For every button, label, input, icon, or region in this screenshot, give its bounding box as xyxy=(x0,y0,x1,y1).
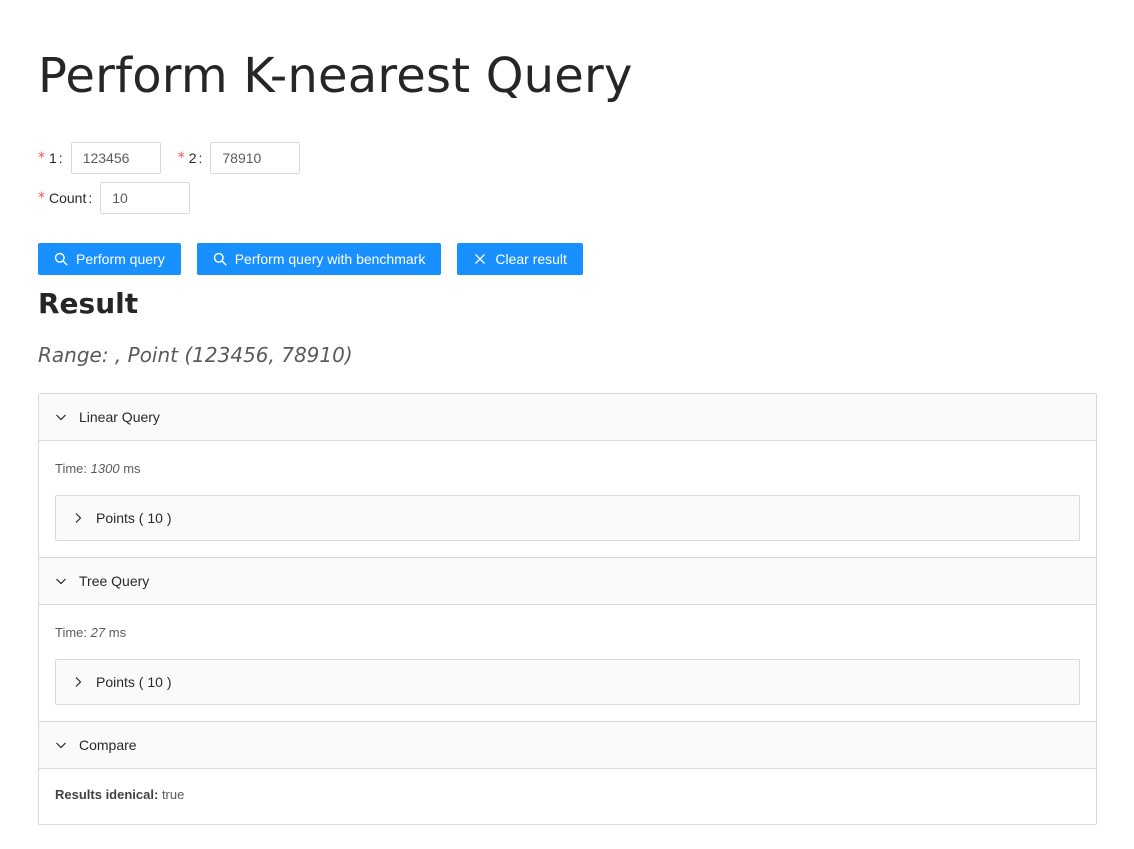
label-colon: : xyxy=(58,150,63,166)
compare-title: Compare xyxy=(79,737,137,753)
field1-label-text: 1 xyxy=(49,150,57,166)
count-input[interactable] xyxy=(100,182,191,214)
clear-result-button[interactable]: Clear result xyxy=(457,243,583,275)
field2-label-text: 2 xyxy=(188,150,197,166)
count-label: * Count : xyxy=(38,190,100,206)
chevron-right-icon xyxy=(72,676,84,688)
clear-result-label: Clear result xyxy=(495,251,567,267)
page-title: Perform K-nearest Query xyxy=(38,48,633,104)
linear-query-body: Time: 1300 ms Points ( 10 ) xyxy=(39,440,1096,557)
label-colon: : xyxy=(88,190,93,206)
field1-item: * 1 : xyxy=(38,142,161,174)
count-label-text: Count xyxy=(49,190,87,206)
tree-query-panel: Tree Query Time: 27 ms Points ( 10 ) xyxy=(39,557,1096,721)
tree-query-title: Tree Query xyxy=(79,573,150,589)
identical-value: true xyxy=(161,787,185,802)
range-point-text: Range: , Point (123456, 78910) xyxy=(38,343,353,367)
search-icon xyxy=(213,252,227,266)
tree-points-panel[interactable]: Points ( 10 ) xyxy=(55,659,1080,705)
field2-item: * 2 : xyxy=(178,142,301,174)
compare-header[interactable]: Compare xyxy=(39,722,1096,768)
field2-input[interactable] xyxy=(210,142,301,174)
coordinate-row: * 1 : * 2 : xyxy=(38,142,317,174)
perform-query-button[interactable]: Perform query xyxy=(38,243,181,275)
chevron-down-icon xyxy=(55,575,67,587)
chevron-down-icon xyxy=(55,739,67,751)
linear-points-label: Points ( 10 ) xyxy=(96,510,172,526)
action-buttons: Perform query Perform query with benchma… xyxy=(38,243,599,275)
close-icon xyxy=(473,252,487,266)
field1-label: * 1 : xyxy=(38,150,71,166)
field2-label: * 2 : xyxy=(178,150,211,166)
perform-benchmark-label: Perform query with benchmark xyxy=(234,251,426,267)
compare-body: Results idenical: true xyxy=(39,768,1096,824)
count-row: * Count : xyxy=(38,182,207,214)
time-label: Time: xyxy=(55,625,88,640)
tree-time: Time: 27 ms xyxy=(55,623,1080,643)
time-unit: ms xyxy=(123,461,141,476)
identical-label: Results idenical: xyxy=(55,787,159,802)
tree-query-body: Time: 27 ms Points ( 10 ) xyxy=(39,604,1096,721)
field1-input[interactable] xyxy=(70,142,161,174)
label-colon: : xyxy=(198,150,203,166)
time-value: 1300 xyxy=(90,461,120,476)
required-mark: * xyxy=(177,150,185,166)
required-mark: * xyxy=(38,190,45,206)
tree-points-label: Points ( 10 ) xyxy=(96,674,172,690)
chevron-down-icon xyxy=(55,411,67,423)
result-collapse: Linear Query Time: 1300 ms Points ( 10 ) xyxy=(38,393,1097,825)
time-unit: ms xyxy=(108,625,127,640)
search-icon xyxy=(54,252,68,266)
perform-query-label: Perform query xyxy=(76,251,165,267)
perform-benchmark-button[interactable]: Perform query with benchmark xyxy=(196,243,442,275)
count-item: * Count : xyxy=(38,182,191,214)
time-label: Time: xyxy=(55,461,88,476)
chevron-right-icon xyxy=(72,512,84,524)
linear-points-panel[interactable]: Points ( 10 ) xyxy=(55,495,1080,541)
linear-query-panel: Linear Query Time: 1300 ms Points ( 10 ) xyxy=(39,394,1096,557)
tree-query-header[interactable]: Tree Query xyxy=(39,558,1096,604)
time-value: 27 xyxy=(90,625,106,640)
linear-query-header[interactable]: Linear Query xyxy=(39,394,1096,440)
compare-panel: Compare Results idenical: true xyxy=(39,721,1096,824)
required-mark: * xyxy=(38,150,45,166)
linear-query-title: Linear Query xyxy=(79,409,160,425)
result-heading: Result xyxy=(38,287,139,320)
linear-time: Time: 1300 ms xyxy=(55,459,1080,479)
